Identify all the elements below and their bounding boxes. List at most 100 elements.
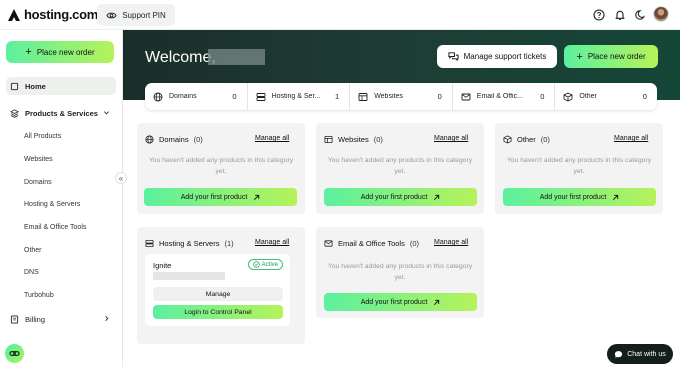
empty-message-cont: yet. bbox=[215, 168, 227, 175]
stat-count: 1 bbox=[335, 92, 340, 101]
place-new-order-button[interactable]: + Place new order bbox=[564, 45, 658, 68]
add-first-product-label: Add your first product bbox=[180, 193, 248, 201]
other-card: Other (0) Manage all You haven't added a… bbox=[495, 123, 663, 214]
email-office-tools-card: Email & Office Tools (0) Manage all You … bbox=[316, 227, 484, 318]
manage-all-link[interactable]: Manage all bbox=[434, 135, 468, 142]
box-icon bbox=[563, 92, 573, 102]
place-new-order-button[interactable]: + Place new order bbox=[6, 41, 114, 63]
sidebar-sub-hosting-servers[interactable]: Hosting & Servers bbox=[24, 201, 80, 208]
status-badge: Active bbox=[247, 259, 283, 270]
card-title: Domains bbox=[159, 135, 189, 144]
place-new-order-label: Place new order bbox=[36, 47, 95, 57]
logo-icon bbox=[7, 8, 21, 22]
stat-label: Websites bbox=[374, 93, 403, 100]
card-header: Email & Office Tools (0) bbox=[324, 239, 419, 248]
sidebar-sub-all-products[interactable]: All Products bbox=[24, 133, 61, 140]
card-header: Hosting & Servers (1) bbox=[145, 239, 234, 248]
stat-domains[interactable]: Domains 0 bbox=[145, 83, 248, 110]
browser-icon bbox=[358, 92, 368, 102]
stat-websites[interactable]: Websites 0 bbox=[350, 83, 453, 110]
chat-with-us-button[interactable]: Chat with us bbox=[607, 344, 673, 364]
login-control-panel-button[interactable]: Login to Control Panel bbox=[153, 305, 283, 319]
sidebar-item-home[interactable]: Home bbox=[6, 77, 116, 95]
redacted-domain bbox=[153, 272, 225, 280]
sidebar-sub-websites[interactable]: Websites bbox=[24, 156, 53, 163]
empty-message: You haven't added any products in this c… bbox=[327, 263, 473, 270]
stat-email-office[interactable]: Email & Offic... 0 bbox=[453, 83, 556, 110]
moon-icon[interactable] bbox=[634, 8, 647, 21]
sidebar-sub-domains[interactable]: Domains bbox=[24, 179, 52, 186]
stat-label: Other bbox=[579, 93, 597, 100]
manage-all-link[interactable]: Manage all bbox=[255, 239, 289, 246]
billing-icon bbox=[10, 314, 19, 324]
hosting-product-card: Ignite Active Manage Login to Control Pa… bbox=[145, 254, 290, 326]
chat-icon bbox=[614, 350, 623, 359]
stat-hosting-servers[interactable]: Hosting & Ser... 1 bbox=[248, 83, 351, 110]
logo[interactable]: hosting.com bbox=[7, 7, 98, 22]
sidebar-sub-email-office-tools[interactable]: Email & Office Tools bbox=[24, 224, 86, 231]
arrow-up-right-icon bbox=[433, 194, 440, 201]
add-first-product-button[interactable]: Add your first product bbox=[503, 188, 656, 206]
arrow-up-right-icon bbox=[612, 194, 619, 201]
stat-label: Email & Offic... bbox=[476, 93, 523, 100]
home-icon bbox=[10, 82, 19, 91]
manage-support-tickets-button[interactable]: Manage support tickets bbox=[437, 45, 557, 68]
avatar[interactable] bbox=[653, 6, 669, 22]
collapse-sidebar-button[interactable]: « bbox=[115, 172, 127, 184]
card-count: (1) bbox=[224, 239, 234, 248]
sidebar-item-billing[interactable]: Billing bbox=[6, 310, 116, 328]
box-icon bbox=[503, 135, 512, 144]
card-count: (0) bbox=[540, 135, 550, 144]
card-title: Other bbox=[517, 135, 536, 144]
stat-count: 0 bbox=[232, 92, 237, 101]
bell-icon[interactable] bbox=[613, 8, 626, 21]
product-name: Ignite bbox=[153, 261, 172, 270]
link-icon bbox=[9, 348, 20, 359]
sidebar-item-products-services[interactable]: Products & Services bbox=[6, 104, 116, 122]
chevron-right-icon bbox=[103, 315, 110, 322]
stat-count: 0 bbox=[540, 92, 545, 101]
sidebar-item-label: Billing bbox=[25, 314, 46, 324]
support-pin-button[interactable]: Support PIN bbox=[97, 4, 175, 26]
redacted-user-name bbox=[208, 49, 265, 65]
add-first-product-button[interactable]: Add your first product bbox=[324, 293, 477, 311]
top-bar: hosting.com Support PIN bbox=[0, 0, 680, 30]
sidebar-sub-dns[interactable]: DNS bbox=[24, 269, 39, 276]
chevron-down-icon bbox=[103, 109, 110, 116]
card-header: Websites (0) bbox=[324, 135, 383, 144]
check-circle-icon bbox=[252, 261, 260, 268]
sidebar-sub-turbohub[interactable]: Turbohub bbox=[24, 292, 54, 299]
help-icon[interactable] bbox=[592, 8, 605, 21]
empty-message-cont: yet. bbox=[394, 274, 406, 281]
manage-all-link[interactable]: Manage all bbox=[614, 135, 648, 142]
chat-label: Chat with us bbox=[627, 350, 666, 358]
support-pin-label: Support PIN bbox=[122, 10, 166, 20]
stat-label: Domains bbox=[169, 93, 197, 100]
empty-message: You haven't added any products in this c… bbox=[506, 157, 652, 164]
welcome-title: Welcome, bbox=[145, 49, 216, 66]
sidebar: + Place new order Home Products & Servic… bbox=[0, 30, 123, 367]
websites-card: Websites (0) Manage all You haven't adde… bbox=[316, 123, 484, 214]
plus-icon: + bbox=[576, 50, 583, 63]
sidebar-item-label: Home bbox=[25, 81, 46, 91]
stat-other[interactable]: Other 0 bbox=[555, 83, 657, 110]
add-first-product-label: Add your first product bbox=[539, 193, 607, 201]
add-first-product-button[interactable]: Add your first product bbox=[324, 188, 477, 206]
sidebar-item-label: Products & Services bbox=[25, 108, 98, 118]
browser-icon bbox=[324, 135, 333, 144]
domains-card: Domains (0) Manage all You haven't added… bbox=[137, 123, 305, 214]
eye-icon bbox=[106, 10, 117, 21]
manage-all-link[interactable]: Manage all bbox=[434, 239, 468, 246]
link-button[interactable] bbox=[5, 344, 24, 363]
add-first-product-button[interactable]: Add your first product bbox=[144, 188, 297, 206]
card-count: (0) bbox=[193, 135, 203, 144]
manage-all-link[interactable]: Manage all bbox=[255, 135, 289, 142]
manage-product-button[interactable]: Manage bbox=[153, 287, 283, 301]
card-header: Domains (0) bbox=[145, 135, 203, 144]
mail-icon bbox=[324, 239, 333, 248]
sidebar-sub-other[interactable]: Other bbox=[24, 247, 42, 254]
stat-count: 0 bbox=[437, 92, 442, 101]
card-title: Email & Office Tools bbox=[338, 239, 405, 248]
logo-text: hosting.com bbox=[24, 7, 98, 22]
server-icon bbox=[256, 92, 266, 102]
